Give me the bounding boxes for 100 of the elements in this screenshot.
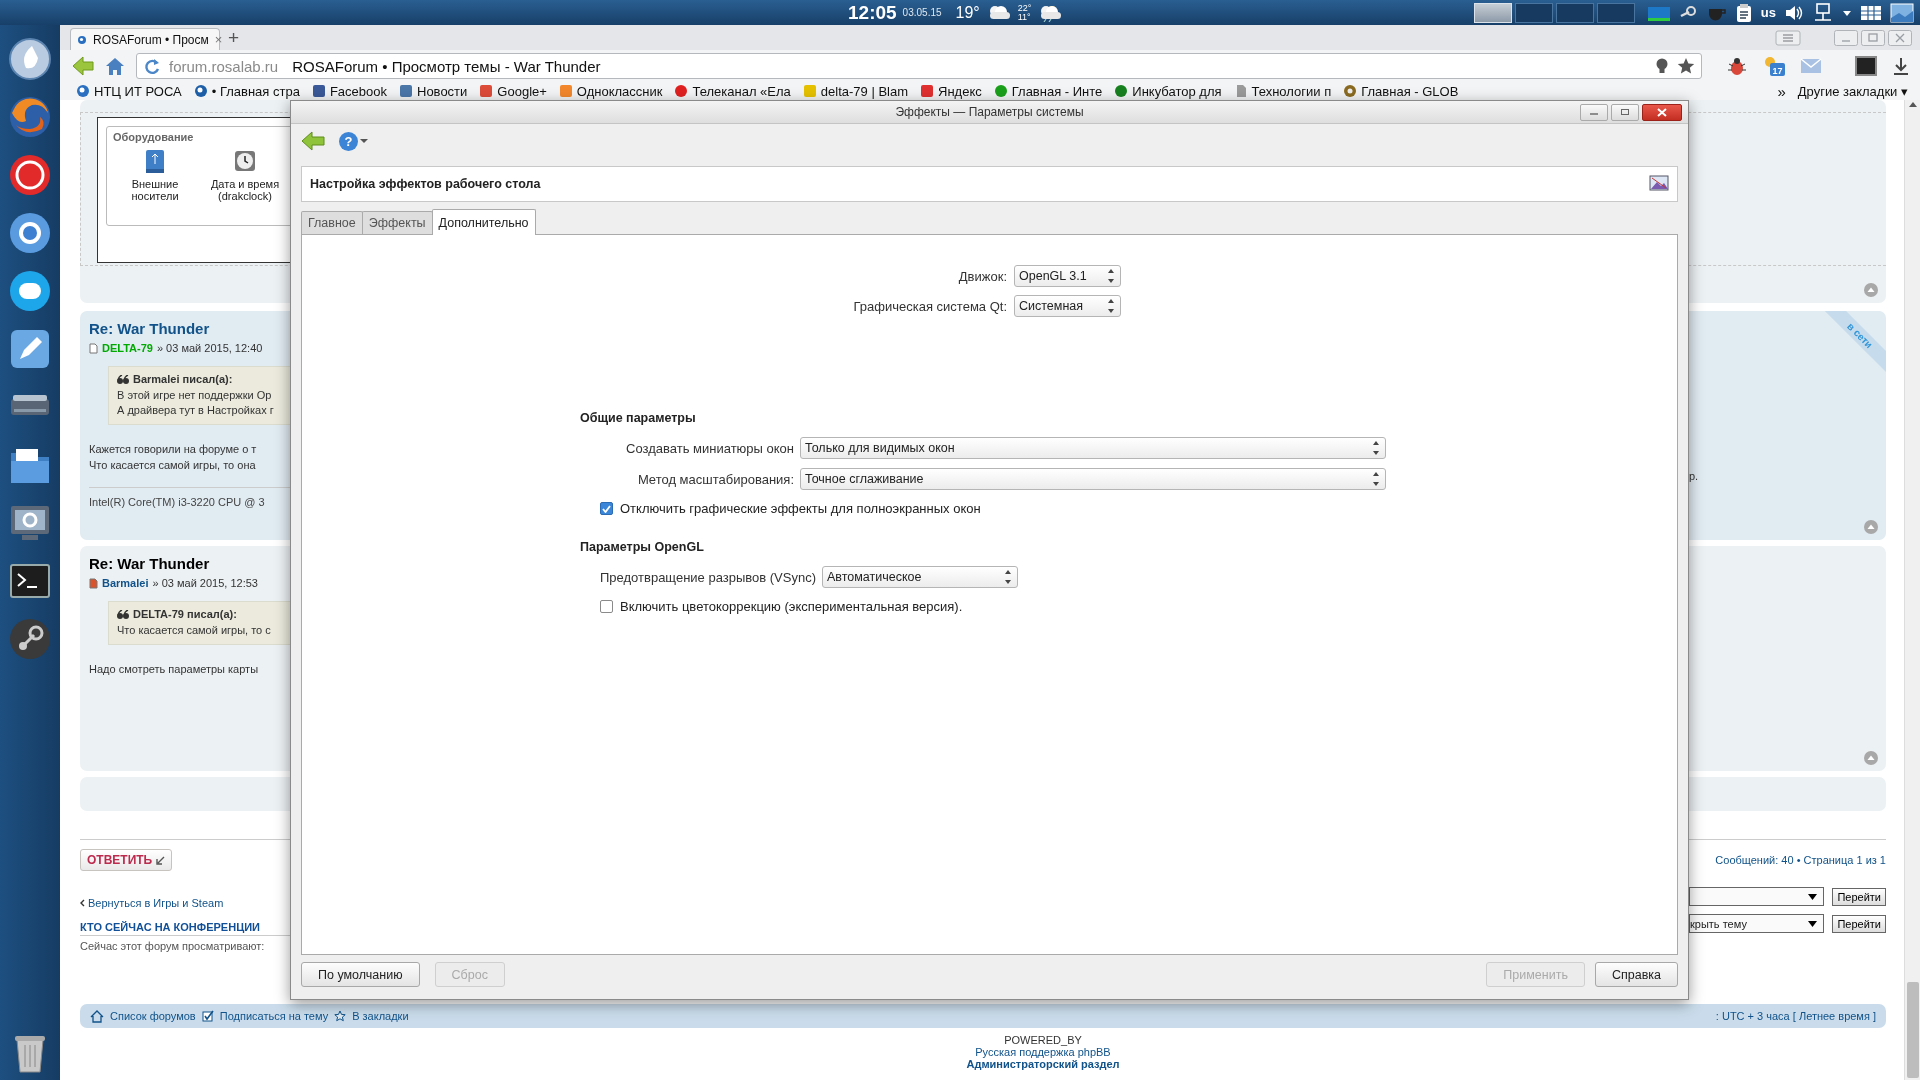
up-arrow-icon[interactable] [1907, 100, 1918, 110]
maximize-button[interactable] [1611, 103, 1639, 121]
updown-arrows-icon [1003, 569, 1014, 585]
checkbox[interactable] [600, 502, 613, 515]
tab[interactable]: Дополнительно [431, 209, 536, 235]
field-label: Графическая система Qt: [852, 298, 1007, 314]
subscribe-link[interactable]: Подписаться на тему [219, 1010, 329, 1022]
forecast-high: 22° [1017, 3, 1032, 13]
post-title[interactable]: Re: War Thunder [89, 320, 290, 337]
clock-time: 12:05 [848, 1, 897, 24]
back-arrow-icon[interactable] [72, 56, 94, 76]
bookmark-link[interactable]: delta-79 | Blam [802, 83, 908, 99]
lens-icon[interactable] [8, 211, 52, 255]
tab[interactable]: Эффекты [361, 211, 433, 234]
star-icon[interactable] [1677, 57, 1695, 75]
quote-line: В этой игре нет поддержки Op [117, 388, 272, 403]
quote-icon [117, 609, 129, 619]
footer-link[interactable]: Русская поддержка phpBB [200, 1046, 1886, 1058]
bookmark-link[interactable]: Яндекс [920, 83, 982, 99]
home-icon[interactable] [104, 56, 126, 76]
tab-close-button[interactable]: × [214, 32, 223, 47]
hardware-item[interactable]: Внешние носители [113, 149, 197, 202]
keyboard-layout[interactable]: us [1760, 5, 1776, 20]
chevron-icon [80, 899, 85, 907]
checkbox-label[interactable]: Включить цветокоррекцию (экспериментальная версия). [620, 599, 963, 614]
more-bookmarks-button[interactable]: » [1777, 82, 1786, 100]
hardware-item[interactable]: Дата и время (drakclock) [203, 149, 287, 202]
close-icon [1657, 107, 1667, 117]
dropdown[interactable]: Только для видимых окон [800, 437, 1386, 459]
jump-select[interactable]: крыть тему [1689, 914, 1825, 933]
post-icon [89, 577, 98, 589]
bubble-icon[interactable] [8, 269, 52, 313]
globe-icon[interactable] [8, 95, 52, 139]
section-heading: КТО СЕЙЧАС НА КОНФЕРЕНЦИИ [80, 921, 290, 936]
checkbox[interactable] [600, 600, 613, 613]
checkbox-label[interactable]: Отключить графические эффекты для полноэкранных окон [620, 501, 981, 516]
bookmark-link[interactable]: Google+ [479, 83, 547, 99]
dropdown[interactable]: Автоматическое [822, 566, 1019, 588]
desktop-icon[interactable] [1890, 2, 1914, 23]
close-button[interactable] [1642, 103, 1682, 121]
bookmark-link[interactable]: Главная - GLOB [1343, 83, 1459, 99]
footer-link[interactable]: Администраторский раздел [200, 1058, 1886, 1070]
field-label: Предотвращение разрывов (VSync) [600, 569, 817, 585]
other-bookmarks-button[interactable]: Другие закладки ▾ [1797, 83, 1908, 99]
clipboard-icon[interactable] [1734, 2, 1753, 23]
back-arrow-icon[interactable] [301, 131, 325, 151]
post-author[interactable]: Barmalei [102, 577, 149, 589]
bookmark-link[interactable]: Одноклассник [558, 83, 663, 99]
dropdown[interactable]: Точное сглаживание [800, 468, 1386, 490]
bookmark-link[interactable]: Новости [399, 83, 468, 99]
tab[interactable]: Главное [301, 211, 363, 234]
dialog-button[interactable]: Справка [1594, 962, 1678, 987]
back-link[interactable]: Вернуться в Игры и Steam [80, 897, 290, 909]
post-text: р. [1689, 470, 1699, 482]
new-tab-button[interactable]: + [228, 26, 240, 49]
star-icon [334, 1010, 347, 1022]
minimize-button[interactable] [1580, 103, 1608, 121]
bookmark-link[interactable]: Facebook [311, 83, 387, 99]
orb-icon[interactable] [8, 37, 52, 81]
bookmark-link[interactable]: Инкубатор для [1114, 83, 1222, 99]
updown-arrows-icon [1106, 268, 1116, 284]
page-title: Настройка эффектов рабочего стола [310, 177, 541, 191]
window-grid-icon[interactable] [1860, 3, 1882, 22]
caret-icon [1808, 892, 1818, 901]
reload-icon[interactable] [143, 57, 161, 75]
pen-icon[interactable] [8, 327, 52, 371]
post-title[interactable]: Re: War Thunder [89, 555, 290, 572]
dropdown[interactable]: Системная [1014, 295, 1121, 317]
bookmark-link[interactable]: Главная - Инте [993, 83, 1103, 99]
quote-author: DELTA-79 писал(а): [133, 608, 237, 620]
go-button[interactable]: Перейти [1832, 914, 1886, 933]
browser-tab[interactable]: ROSAForum • Просм × [70, 28, 220, 50]
download-icon[interactable] [1892, 56, 1910, 76]
disc-icon[interactable] [8, 153, 52, 197]
bookmark-link[interactable]: Телеканал «Ела [674, 83, 791, 99]
bookmark-link[interactable]: В закладки [352, 1010, 409, 1022]
go-button[interactable]: Перейти [1832, 887, 1886, 906]
bug-icon[interactable] [1726, 56, 1748, 76]
clock-date: 03.05.15 [902, 7, 942, 18]
footer-text: POWERED_BY [1003, 1034, 1083, 1046]
forums-link[interactable]: Список форумов [110, 1010, 196, 1022]
network-icon[interactable] [1812, 2, 1834, 23]
section-title: Общие параметры [580, 411, 696, 425]
post-text: Что касается самой игры, то она [89, 458, 257, 473]
address-field[interactable]: forum.rosalab.ru ROSAForum • Просмотр темы - War Thunder [136, 53, 1702, 79]
reply-button[interactable]: ОТВЕТИТЬ [80, 849, 173, 871]
bookmark-link[interactable]: Технологии п [1233, 83, 1332, 99]
bookmark-link[interactable]: НТЦ ИТ РОСА [76, 83, 182, 99]
bulb-icon[interactable] [1655, 57, 1669, 75]
pagination-text: Сообщений: 40 • Страница 1 из 1 [1714, 853, 1886, 866]
quote-line: А драйвера тут в Настройках г [117, 403, 274, 418]
dialog-button[interactable]: По умолчанию [301, 962, 420, 987]
jump-select[interactable] [1689, 887, 1825, 906]
bookmark-link[interactable]: • Главная стра [193, 83, 300, 99]
quote-line: Что касается самой игры, то с [117, 623, 271, 638]
dropdown[interactable]: OpenGL 3.1 [1014, 265, 1121, 287]
scrollbar-thumb[interactable] [1906, 982, 1919, 1078]
field-label: Создавать миниатюры окон [625, 440, 794, 456]
post-text: Кажется говорили на форуме о т [89, 442, 258, 457]
speaker-icon[interactable] [1784, 3, 1804, 22]
